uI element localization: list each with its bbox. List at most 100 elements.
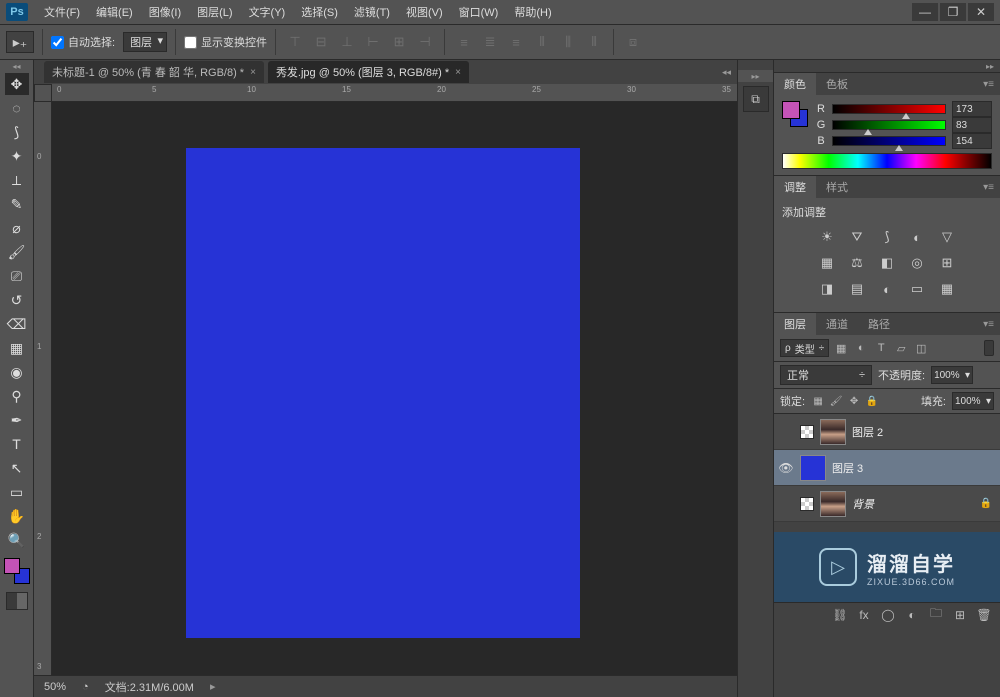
color-swatches[interactable] <box>4 558 30 584</box>
visibility-toggle-icon[interactable]: 👁 <box>778 460 794 476</box>
ruler-vertical[interactable]: 0 1 2 3 <box>34 102 52 675</box>
layer-mask-icon[interactable]: ◯ <box>880 607 896 623</box>
lock-position-icon[interactable]: ✥ <box>847 394 861 408</box>
close-icon[interactable]: × <box>455 67 461 78</box>
menu-edit[interactable]: 编辑(E) <box>88 2 141 22</box>
new-layer-icon[interactable]: ⊞ <box>952 607 968 623</box>
distribute-hcenter-icon[interactable]: ⫼ <box>557 31 579 53</box>
b-input[interactable] <box>952 133 992 149</box>
brush-tool[interactable]: 🖌 <box>5 241 29 263</box>
threshold-icon[interactable]: ◐ <box>877 280 897 298</box>
tab-styles[interactable]: 样式 <box>816 176 858 198</box>
tab-color[interactable]: 颜色 <box>774 73 816 95</box>
document-tab[interactable]: 秀发.jpg @ 50% (图层 3, RGB/8#) * × <box>268 61 469 83</box>
blend-mode-dropdown[interactable]: 正常÷ <box>780 365 872 385</box>
panels-collapse-handle[interactable]: ▸▸ <box>774 60 1000 72</box>
blur-tool[interactable]: ◉ <box>5 361 29 383</box>
b-slider[interactable] <box>832 136 946 146</box>
document-tab[interactable]: 未标题-1 @ 50% (青 春 韶 华, RGB/8) * × <box>44 61 264 83</box>
menu-view[interactable]: 视图(V) <box>398 2 451 22</box>
distribute-right-icon[interactable]: ⫴ <box>583 31 605 53</box>
lock-all-icon[interactable]: 🔒 <box>865 394 879 408</box>
filter-shape-icon[interactable]: ▱ <box>893 340 909 356</box>
menu-help[interactable]: 帮助(H) <box>506 2 559 22</box>
lock-transparent-icon[interactable]: ▦ <box>811 394 825 408</box>
lock-pixels-icon[interactable]: 🖌 <box>829 394 843 408</box>
menu-type[interactable]: 文字(Y) <box>241 2 294 22</box>
selective-color-icon[interactable]: ▦ <box>937 280 957 298</box>
tab-swatches[interactable]: 色板 <box>816 73 858 95</box>
fill-input[interactable]: 100%▾ <box>952 392 994 410</box>
align-vcenter-icon[interactable]: ⊟ <box>310 31 332 53</box>
auto-select-target-dropdown[interactable]: 图层 <box>123 32 167 52</box>
filter-pixel-icon[interactable]: ▦ <box>833 340 849 356</box>
panel-menu-icon[interactable]: ▾≡ <box>983 79 994 90</box>
menu-select[interactable]: 选择(S) <box>293 2 346 22</box>
link-layers-icon[interactable]: ⛓ <box>832 607 848 623</box>
clone-stamp-tool[interactable]: ⎚ <box>5 265 29 287</box>
layer-name[interactable]: 图层 3 <box>832 460 996 476</box>
new-group-icon[interactable]: 🗀 <box>928 607 944 623</box>
opacity-input[interactable]: 100%▾ <box>931 366 973 384</box>
menu-image[interactable]: 图像(I) <box>141 2 189 22</box>
distribute-vcenter-icon[interactable]: ≣ <box>479 31 501 53</box>
tab-paths[interactable]: 路径 <box>858 313 900 335</box>
layer-item[interactable]: 👁 图层 3 <box>774 450 1000 486</box>
r-input[interactable] <box>952 101 992 117</box>
panel-menu-icon[interactable]: ▾≡ <box>983 319 994 330</box>
align-hcenter-icon[interactable]: ⊞ <box>388 31 410 53</box>
menu-window[interactable]: 窗口(W) <box>451 2 507 22</box>
distribute-bottom-icon[interactable]: ≡ <box>505 31 527 53</box>
canvas[interactable] <box>186 148 580 638</box>
dodge-tool[interactable]: ⚲ <box>5 385 29 407</box>
status-menu-arrow-icon[interactable]: ▸ <box>210 680 216 693</box>
levels-icon[interactable]: ⛛ <box>847 228 867 246</box>
curves-icon[interactable]: ⟆ <box>877 228 897 246</box>
panel-menu-icon[interactable]: ▾≡ <box>983 182 994 193</box>
toolbox-collapse-handle[interactable]: ◂◂ <box>0 60 33 72</box>
type-tool[interactable]: T <box>5 433 29 455</box>
layer-fx-icon[interactable]: fx <box>856 607 872 623</box>
close-icon[interactable]: × <box>250 67 256 78</box>
marquee-tool[interactable]: ◌ <box>5 97 29 119</box>
invert-icon[interactable]: ◨ <box>817 280 837 298</box>
exposure-icon[interactable]: ◐ <box>907 228 927 246</box>
menu-filter[interactable]: 滤镜(T) <box>346 2 398 22</box>
brightness-icon[interactable]: ☀ <box>817 228 837 246</box>
doc-info-icon[interactable]: ◔ <box>82 681 89 693</box>
visibility-toggle-icon[interactable]: 👁 <box>778 496 794 512</box>
history-brush-tool[interactable]: ↺ <box>5 289 29 311</box>
filter-smart-icon[interactable]: ◫ <box>913 340 929 356</box>
foreground-color-swatch[interactable] <box>4 558 20 574</box>
align-top-icon[interactable]: ⊤ <box>284 31 306 53</box>
eraser-tool[interactable]: ⌫ <box>5 313 29 335</box>
window-minimize-button[interactable]: — <box>912 3 938 21</box>
layer-item[interactable]: 👁 图层 2 <box>774 414 1000 450</box>
color-spectrum[interactable] <box>782 153 992 169</box>
magic-wand-tool[interactable]: ✦ <box>5 145 29 167</box>
layer-thumbnail[interactable] <box>800 455 826 481</box>
path-select-tool[interactable]: ↖ <box>5 457 29 479</box>
tabs-collapse-handle[interactable]: ◂◂ <box>722 67 731 78</box>
window-close-button[interactable]: ✕ <box>968 3 994 21</box>
distribute-top-icon[interactable]: ≡ <box>453 31 475 53</box>
zoom-level[interactable]: 50% <box>44 681 66 693</box>
crop-tool[interactable]: ⟂ <box>5 169 29 191</box>
layer-filter-kind-dropdown[interactable]: ρ 类型 ÷ <box>780 339 829 357</box>
pen-tool[interactable]: ✒ <box>5 409 29 431</box>
doc-size[interactable]: 文档:2.31M/6.00M <box>105 679 194 695</box>
auto-select-checkbox[interactable]: 自动选择: <box>51 34 115 50</box>
distribute-left-icon[interactable]: ⫴ <box>531 31 553 53</box>
menu-layer[interactable]: 图层(L) <box>189 2 240 22</box>
shape-tool[interactable]: ▭ <box>5 481 29 503</box>
photo-filter-icon[interactable]: ◎ <box>907 254 927 272</box>
canvas-viewport[interactable] <box>52 102 737 675</box>
visibility-toggle-icon[interactable]: 👁 <box>778 424 794 440</box>
history-panel-icon[interactable]: ⧉ <box>743 86 769 112</box>
r-slider[interactable] <box>832 104 946 114</box>
layer-item[interactable]: 👁 背景 🔒 <box>774 486 1000 522</box>
filter-adjust-icon[interactable]: ◐ <box>853 340 869 356</box>
vibrance-icon[interactable]: ▽ <box>937 228 957 246</box>
tab-channels[interactable]: 通道 <box>816 313 858 335</box>
filter-toggle[interactable] <box>984 340 994 356</box>
